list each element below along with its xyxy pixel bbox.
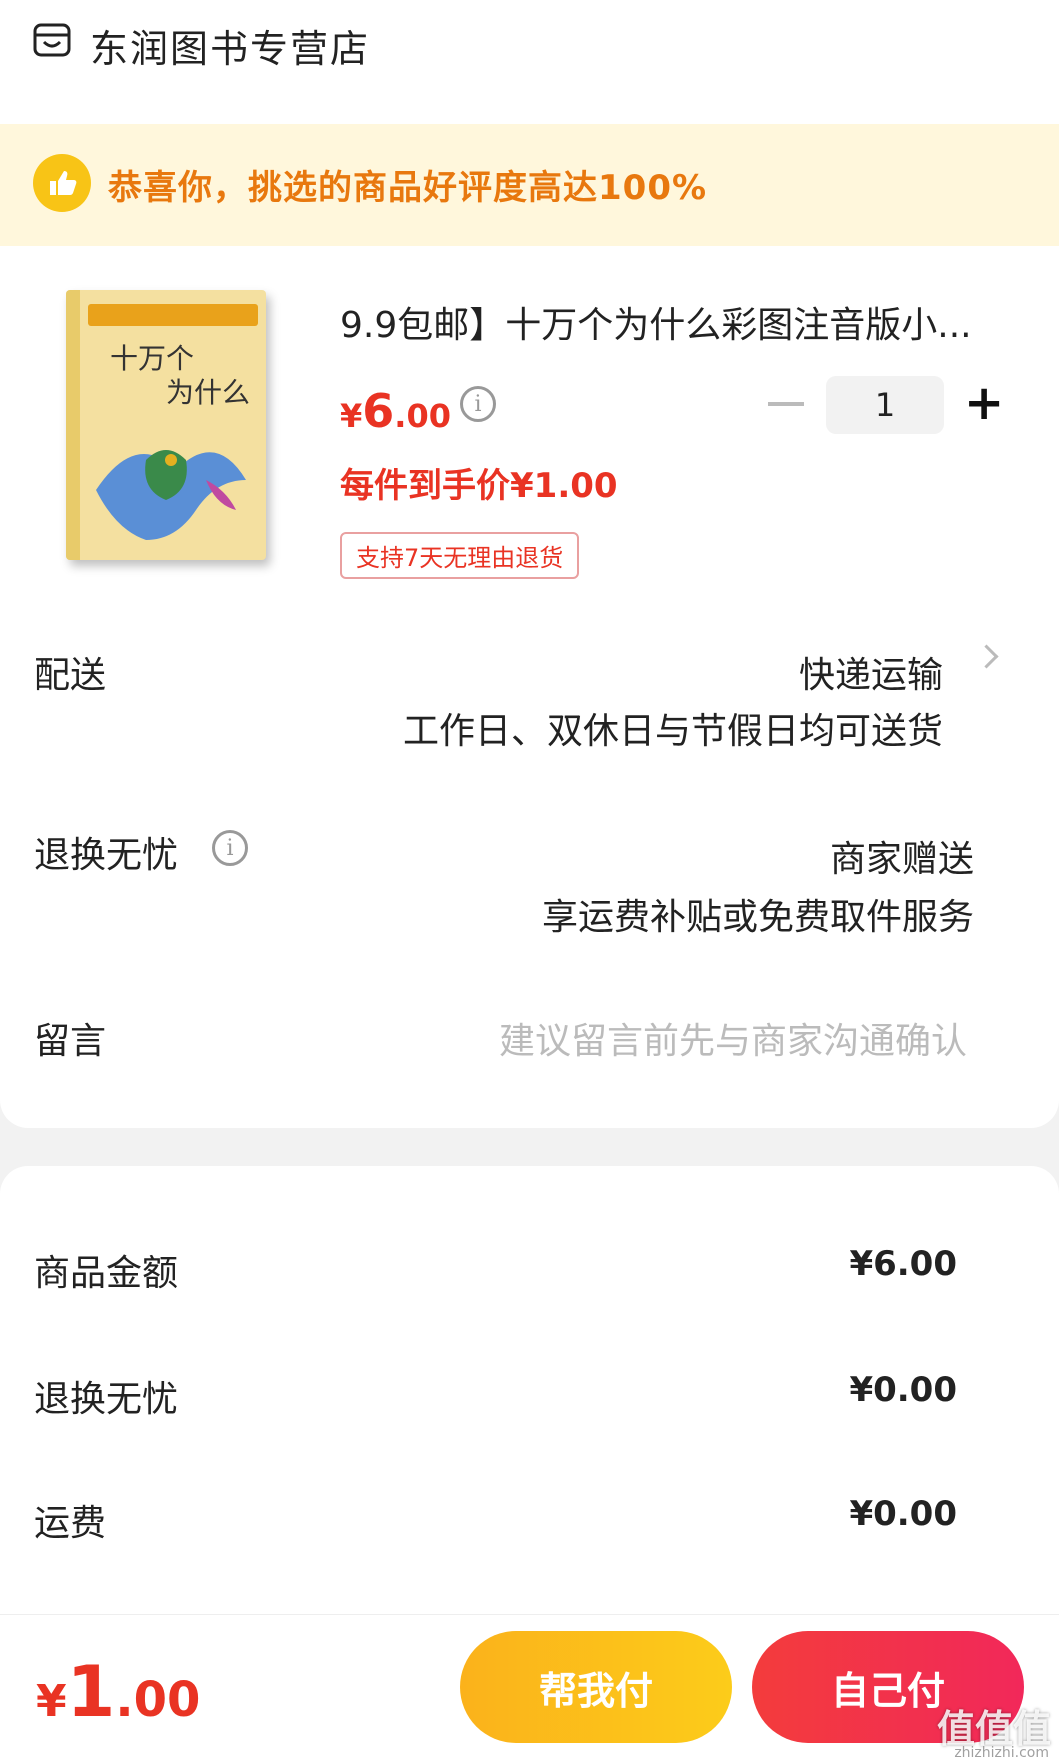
summary-item-label: 商品金额 [34, 1253, 179, 1294]
summary-item-label: 运费 [34, 1503, 107, 1544]
quantity-increase-button[interactable]: + [964, 378, 1004, 428]
return-info-icon[interactable]: i [212, 830, 248, 866]
remark-label: 留言 [34, 1021, 107, 1062]
return-badge: 支持7天无理由退货 [340, 532, 580, 579]
help-me-pay-button[interactable]: 帮我付 [460, 1631, 732, 1743]
thumbs-up-icon [33, 154, 91, 212]
product-title[interactable]: 9.9包邮】十万个为什么彩图注音版小... [340, 296, 1010, 348]
banner-text: 恭喜你，挑选的商品好评度高达100% [108, 168, 708, 208]
return-service-value: 商家赠送 [829, 839, 974, 880]
summary-item-value: ¥6.00 [849, 1244, 957, 1284]
summary-item-value: ¥0.00 [849, 1494, 957, 1534]
summary-item-value: ¥0.00 [849, 1370, 957, 1410]
return-service-label: 退换无忧 [34, 835, 179, 876]
total-price: ¥1.00 [36, 1651, 201, 1733]
quantity-input[interactable]: 1 [826, 376, 944, 434]
shop-icon [33, 23, 71, 57]
return-service-note: 享运费补贴或免费取件服务 [541, 897, 974, 938]
cover-title-line1: 十万个 [110, 342, 195, 375]
product-image[interactable]: 十万个 为什么 [66, 290, 266, 560]
delivery-method[interactable]: 快递运输 [799, 646, 943, 698]
summary-item-label: 退换无忧 [34, 1379, 179, 1420]
delivery-label: 配送 [34, 655, 107, 696]
shop-header[interactable]: 东润图书专营店 [0, 0, 1059, 122]
delivery-note: 工作日、双休日与节假日均可送货 [402, 711, 943, 752]
payment-bar: ¥1.00 帮我付 自己付 值值值 zhizhizhi.com [0, 1614, 1059, 1761]
watermark-url: zhizhizhi.com [954, 1745, 1049, 1761]
cover-title-line2: 为什么 [166, 376, 251, 409]
book-illustration [96, 450, 246, 540]
unit-price: 每件到手价¥1.00 [340, 466, 618, 506]
shop-name: 东润图书专营店 [90, 27, 371, 71]
price-info-icon[interactable]: i [460, 386, 496, 422]
product-price: ¥6.00 [340, 384, 451, 438]
quantity-decrease-button[interactable] [768, 402, 804, 406]
remark-input[interactable]: 建议留言前先与商家沟通确认 [499, 1012, 967, 1064]
rating-banner: 恭喜你，挑选的商品好评度高达100% [0, 124, 1059, 246]
